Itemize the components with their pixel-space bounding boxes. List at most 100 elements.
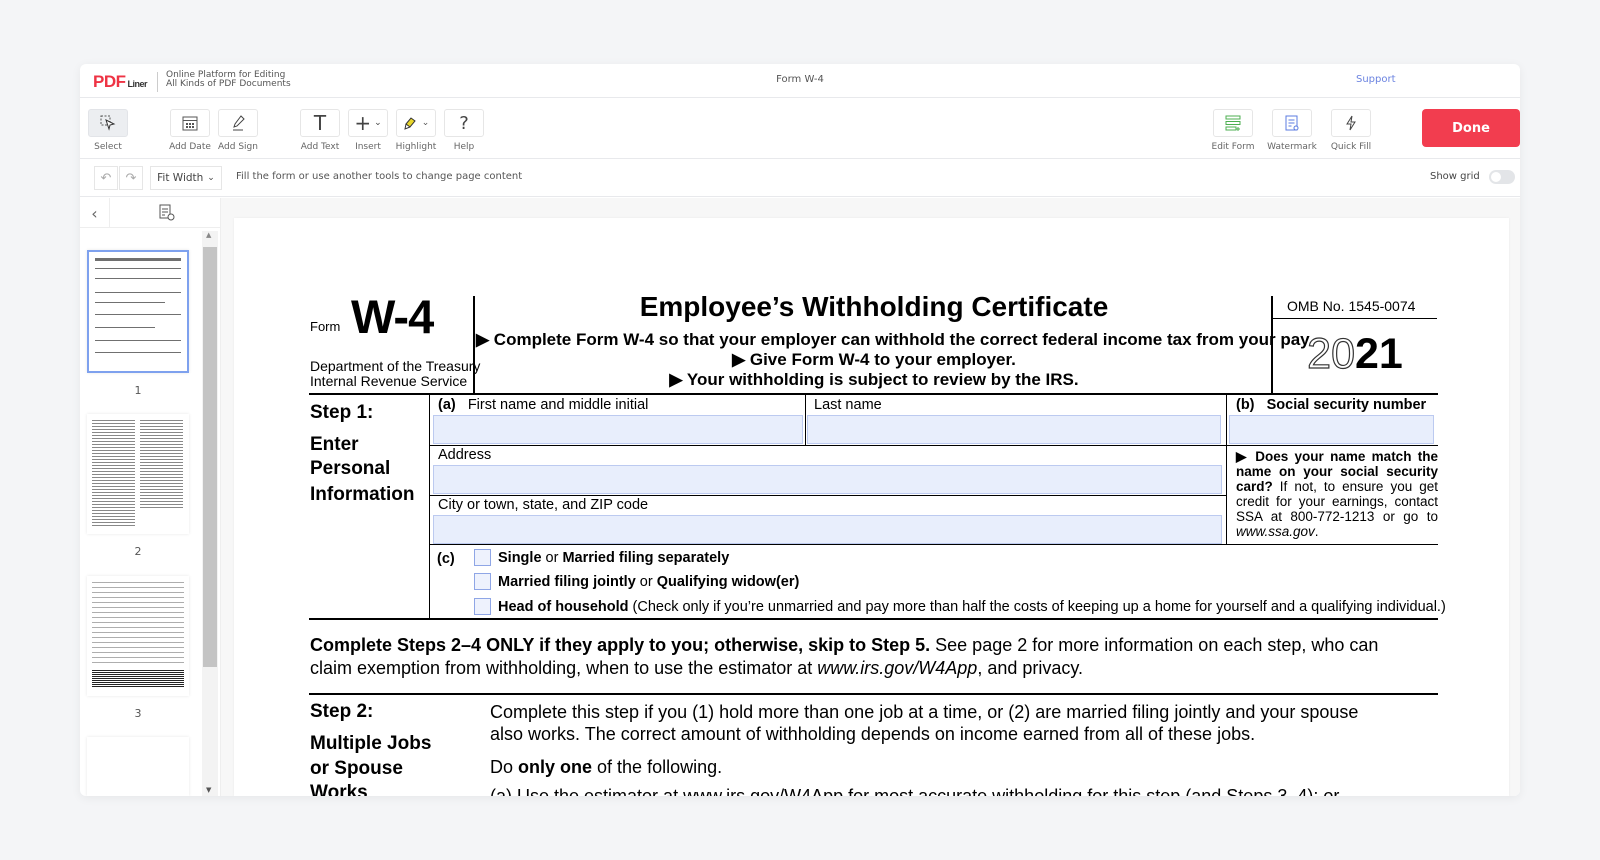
scroll-up-arrow-icon[interactable]: ▲ — [206, 231, 211, 239]
form-rule — [430, 544, 1438, 545]
form-text: Form — [310, 319, 341, 334]
chevron-down-icon: ⌄ — [207, 173, 215, 183]
page-number: 3 — [134, 707, 142, 720]
form-text: Step 2: — [310, 701, 374, 722]
form-fields-icon — [1225, 115, 1241, 131]
edit-form-tool[interactable]: Edit Form — [1212, 109, 1254, 152]
page-settings-icon[interactable] — [158, 204, 176, 222]
app-header: PDF Liner Online Platform for Editing All … — [80, 64, 1520, 98]
pdf-page: Form W-4 Department of the Treasury Interna… — [234, 218, 1509, 796]
form-text: (Check only if you’re unmarried and pay … — [628, 599, 1446, 615]
hint-text: Fill the form or use another tools to ch… — [236, 171, 523, 182]
form-text: Last name — [814, 397, 882, 413]
lightning-icon — [1346, 115, 1356, 131]
form-text: Step 1: — [310, 402, 373, 424]
select-tool[interactable]: Select — [88, 109, 128, 152]
support-link[interactable]: Support — [1356, 74, 1396, 85]
scroll-down-arrow-icon[interactable]: ▼ — [206, 786, 211, 794]
highlight-tool[interactable]: ⌄ Highlight — [396, 109, 436, 152]
form-text: claim exemption from withholding, when t… — [310, 658, 1083, 679]
filing-status-single-checkbox[interactable] — [474, 549, 491, 566]
page-number: 1 — [134, 384, 142, 397]
address-field[interactable] — [433, 465, 1222, 494]
page-thumbnail-1[interactable] — [87, 250, 189, 373]
form-text: Do only one of the following. — [490, 757, 722, 778]
form-text: Employee’s Withholding Certificate — [476, 291, 1272, 323]
form-text: Complete Steps 2–4 ONLY if they apply to… — [310, 635, 1378, 656]
city-state-zip-field[interactable] — [433, 515, 1222, 544]
form-text: OMB No. 1545-0074 — [1287, 298, 1415, 314]
tool-label: Quick Fill — [1330, 142, 1372, 152]
form-text: Internal Revenue Service — [310, 373, 468, 389]
form-text: Information — [310, 484, 415, 506]
page-thumbnail-2[interactable] — [87, 414, 189, 534]
form-text: Enter — [310, 434, 359, 456]
last-name-field[interactable] — [807, 415, 1221, 444]
form-text: only one — [518, 757, 593, 777]
quick-fill-tool[interactable]: Quick Fill — [1331, 109, 1371, 152]
form-text: Personal — [310, 458, 390, 480]
form-text: Qualifying widow(er) — [656, 574, 800, 590]
form-text: Personal — [310, 458, 391, 479]
form-text: (b) — [1236, 397, 1255, 413]
redo-button[interactable]: ↷ — [119, 166, 143, 190]
add-sign-tool[interactable]: Add Sign — [218, 109, 258, 152]
form-text: ▶ Does your name match the name on your … — [1236, 449, 1438, 539]
text-t-icon: T — [300, 109, 340, 137]
form-text: Last name — [814, 397, 882, 413]
form-text: Address — [438, 447, 492, 463]
form-text: 2021 — [1273, 329, 1437, 379]
form-text: Step 1: — [310, 402, 374, 423]
sidebar-header: ‹ — [80, 198, 221, 228]
add-text-tool[interactable]: T Add Text — [300, 109, 340, 152]
page-thumbnail-3[interactable] — [87, 576, 189, 696]
highlighter-brush-icon — [404, 117, 416, 130]
form-rule — [805, 395, 806, 445]
form-rule — [1226, 395, 1227, 545]
pen-sign-icon — [233, 115, 245, 131]
form-text: Head of household — [498, 599, 629, 615]
page-thumbnail-4[interactable] — [87, 737, 189, 796]
form-text: Enter — [310, 434, 359, 455]
app-window: PDF Liner Online Platform for Editing All … — [80, 64, 1520, 796]
scrollbar-thumb[interactable] — [203, 247, 217, 667]
form-text: (a) Use the estimator at www.irs.gov/W4A… — [490, 786, 1340, 796]
done-button[interactable]: Done — [1422, 109, 1520, 147]
filing-status-head-of-household-checkbox[interactable] — [474, 598, 491, 615]
filing-status-married-jointly-checkbox[interactable] — [474, 573, 491, 590]
form-text: Head of household (Check only if you’re … — [498, 599, 1446, 615]
form-text: OMB No. 1545-0074 — [1287, 298, 1416, 314]
zoom-select[interactable]: Fit Width ⌄ — [150, 166, 222, 190]
form-text: First name and middle initial — [467, 397, 649, 413]
form-text: W-4 — [351, 290, 434, 343]
form-text: (c) — [437, 551, 455, 567]
form-text: City or town, state, and ZIP code — [438, 497, 648, 513]
collapse-chevron-left-icon[interactable]: ‹ — [80, 198, 110, 228]
help-tool[interactable]: ? Help — [444, 109, 484, 152]
ssn-field[interactable] — [1229, 415, 1434, 444]
form-text: www.irs.gov/W4App — [817, 658, 978, 678]
redo-icon: ↷ — [125, 170, 137, 186]
form-text: Social security number — [1266, 397, 1427, 413]
form-text: Single — [498, 550, 542, 566]
form-text: ▶ Complete Form W-4 so that your employe… — [476, 330, 1314, 349]
watermark-tool[interactable]: Watermark — [1267, 109, 1317, 152]
insert-tool[interactable]: + ⌄ Insert — [348, 109, 388, 152]
form-text: (a) Use the estimator at www.irs.gov/W4A… — [490, 786, 1339, 796]
form-text: www.ssa.gov — [1236, 524, 1315, 539]
form-text: 20 — [1307, 329, 1356, 378]
first-name-field[interactable] — [433, 415, 803, 444]
form-text: Do — [490, 757, 519, 777]
form-text: (c) — [437, 551, 455, 567]
form-text: or — [635, 574, 657, 590]
form-text: ▶ Your withholding is subject to review … — [476, 370, 1272, 390]
undo-button[interactable]: ↶ — [94, 166, 118, 190]
form-rule — [1273, 318, 1437, 319]
form-text: Complete Steps 2–4 ONLY if they apply to… — [310, 635, 931, 655]
show-grid-toggle[interactable] — [1489, 170, 1515, 184]
form-text: , and privacy. — [977, 658, 1084, 678]
thumbnail-scrollbar[interactable]: ▲ ▼ — [202, 231, 218, 796]
add-date-tool[interactable]: Add Date — [169, 109, 211, 152]
form-text: or Spouse — [310, 758, 403, 780]
form-text: Department of the Treasury — [310, 358, 481, 374]
